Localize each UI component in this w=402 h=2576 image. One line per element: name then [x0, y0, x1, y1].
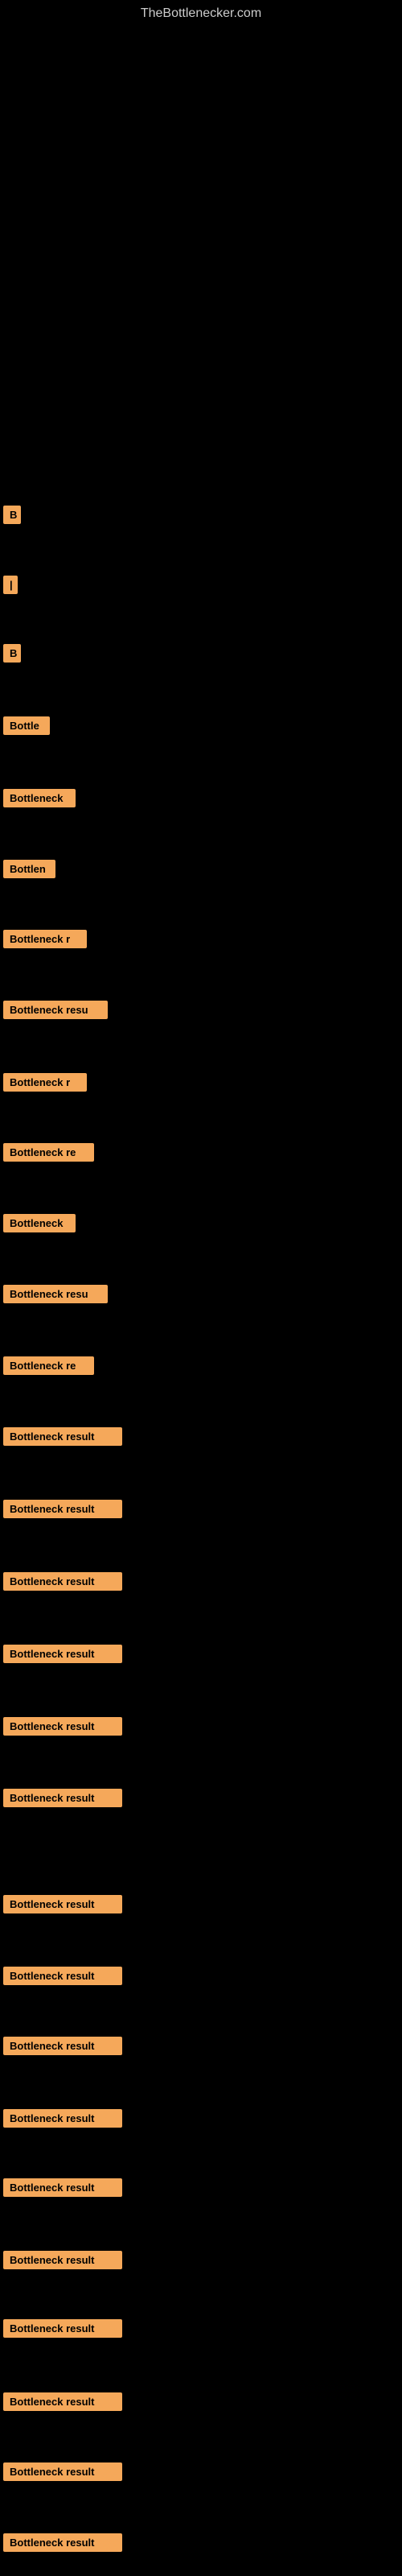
bottleneck-item-23[interactable]: Bottleneck result: [3, 2109, 122, 2128]
bottleneck-item-7[interactable]: Bottleneck r: [3, 930, 87, 948]
bottleneck-item-9[interactable]: Bottleneck r: [3, 1073, 87, 1092]
bottleneck-item-25[interactable]: Bottleneck result: [3, 2251, 122, 2269]
bottleneck-item-21[interactable]: Bottleneck result: [3, 1967, 122, 1985]
bottleneck-item-14[interactable]: Bottleneck result: [3, 1427, 122, 1446]
bottleneck-item-18[interactable]: Bottleneck result: [3, 1717, 122, 1736]
site-title: TheBottlenecker.com: [0, 0, 402, 21]
bottleneck-item-11[interactable]: Bottleneck: [3, 1214, 76, 1232]
bottleneck-item-8[interactable]: Bottleneck resu: [3, 1001, 108, 1019]
bottleneck-item-10[interactable]: Bottleneck re: [3, 1143, 94, 1162]
bottleneck-item-2[interactable]: |: [3, 576, 18, 594]
bottleneck-item-28[interactable]: Bottleneck result: [3, 2462, 122, 2481]
bottleneck-item-1[interactable]: B: [3, 506, 21, 524]
bottleneck-item-16[interactable]: Bottleneck result: [3, 1572, 122, 1591]
bottleneck-item-24[interactable]: Bottleneck result: [3, 2178, 122, 2197]
bottleneck-item-12[interactable]: Bottleneck resu: [3, 1285, 108, 1303]
bottleneck-item-13[interactable]: Bottleneck re: [3, 1356, 94, 1375]
bottleneck-item-26[interactable]: Bottleneck result: [3, 2319, 122, 2338]
bottleneck-item-27[interactable]: Bottleneck result: [3, 2392, 122, 2411]
bottleneck-item-4[interactable]: Bottle: [3, 716, 50, 735]
bottleneck-item-3[interactable]: B: [3, 644, 21, 663]
bottleneck-item-5[interactable]: Bottleneck: [3, 789, 76, 807]
bottleneck-item-17[interactable]: Bottleneck result: [3, 1645, 122, 1663]
bottleneck-item-6[interactable]: Bottlen: [3, 860, 55, 878]
bottleneck-item-20[interactable]: Bottleneck result: [3, 1895, 122, 1913]
bottleneck-item-29[interactable]: Bottleneck result: [3, 2533, 122, 2552]
bottleneck-item-22[interactable]: Bottleneck result: [3, 2037, 122, 2055]
bottleneck-item-15[interactable]: Bottleneck result: [3, 1500, 122, 1518]
bottleneck-item-19[interactable]: Bottleneck result: [3, 1789, 122, 1807]
